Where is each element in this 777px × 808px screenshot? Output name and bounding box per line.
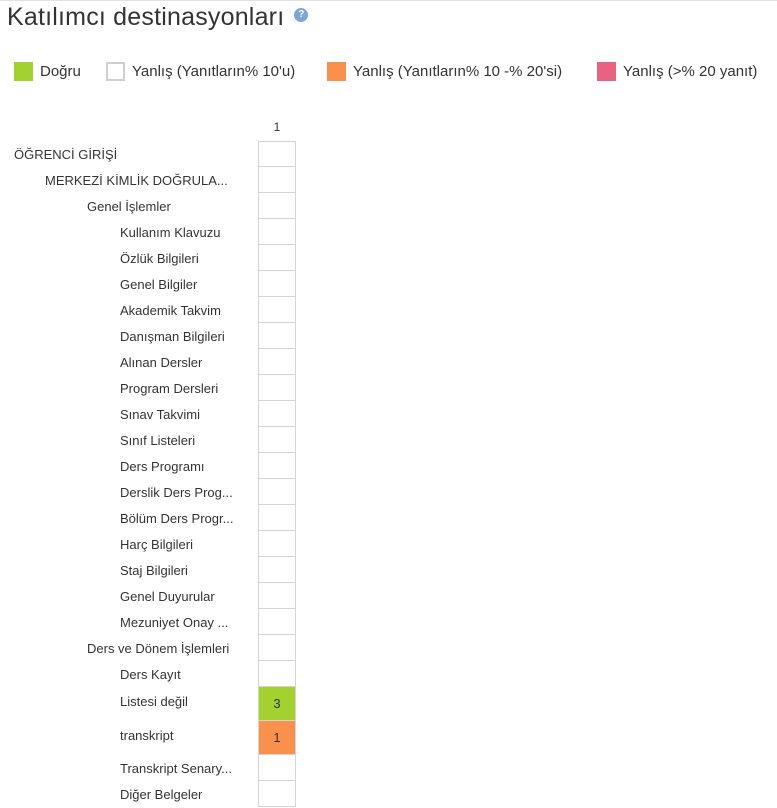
legend-label-wrong-gt20: Yanlış (>% 20 yanıt)	[623, 63, 758, 80]
table-row: Özlük Bilgileri	[0, 245, 777, 271]
row-label[interactable]: Kullanım Klavuzu	[120, 225, 252, 240]
row-label[interactable]: MERKEZİ KİMLİK DOĞRULA...	[45, 173, 252, 188]
row-label[interactable]: Transkript Senary...	[120, 761, 252, 776]
response-cell	[258, 531, 296, 557]
table-row: Sınıf Listeleri	[0, 427, 777, 453]
legend-swatch-wrong-lt10	[106, 62, 125, 81]
row-label[interactable]: ÖĞRENCİ GİRİŞİ	[14, 147, 252, 162]
table-row: Genel Duyurular	[0, 583, 777, 609]
table-row: Bölüm Ders Progr...	[0, 505, 777, 531]
response-cell	[258, 141, 296, 167]
table-row: Sınav Takvimi	[0, 401, 777, 427]
row-label[interactable]: Sınav Takvimi	[120, 407, 252, 422]
response-cell	[258, 167, 296, 193]
response-cell	[258, 557, 296, 583]
row-label[interactable]: Derslik Ders Prog...	[120, 485, 252, 500]
response-cell[interactable]: 1	[258, 721, 296, 755]
response-cell[interactable]: 3	[258, 687, 296, 721]
table-row: Transkript Senary...	[0, 755, 777, 781]
response-cell	[258, 219, 296, 245]
row-label[interactable]: transkript	[120, 728, 252, 743]
row-label[interactable]: Genel Bilgiler	[120, 277, 252, 292]
row-label[interactable]: Ders ve Dönem İşlemleri	[87, 641, 252, 656]
page-title: Katılımcı destinasyonları?	[7, 3, 309, 32]
response-cell	[258, 635, 296, 661]
row-label[interactable]: Ders Kayıt	[120, 667, 252, 682]
legend-label-wrong-10-20: Yanlış (Yanıtların% 10 -% 20'si)	[353, 63, 563, 80]
row-label[interactable]: Genel Duyurular	[120, 589, 252, 604]
row-label[interactable]: Bölüm Ders Progr...	[120, 511, 252, 526]
table-row: Kullanım Klavuzu	[0, 219, 777, 245]
row-label[interactable]: Harç Bilgileri	[120, 537, 252, 552]
row-label[interactable]: Staj Bilgileri	[120, 563, 252, 578]
response-cell	[258, 297, 296, 323]
destinations-grid: ÖĞRENCİ GİRİŞİ MERKEZİ KİMLİK DOĞRULA... G…	[0, 141, 777, 807]
table-row: Diğer Belgeler	[0, 781, 777, 807]
row-label[interactable]: Mezuniyet Onay ...	[120, 615, 252, 630]
legend-label-correct: Doğru	[40, 63, 81, 80]
page-title-text: Katılımcı destinasyonları	[7, 3, 285, 31]
row-label[interactable]: Program Dersleri	[120, 381, 252, 396]
table-row: Ders ve Dönem İşlemleri	[0, 635, 777, 661]
table-row: transkript 1	[0, 721, 777, 755]
row-label[interactable]: Ders Programı	[120, 459, 252, 474]
response-cell	[258, 479, 296, 505]
row-label[interactable]: Alınan Dersler	[120, 355, 252, 370]
help-icon[interactable]: ?	[294, 8, 309, 23]
table-row: Genel İşlemler	[0, 193, 777, 219]
table-row: Akademik Takvim	[0, 297, 777, 323]
table-row: Staj Bilgileri	[0, 557, 777, 583]
response-cell	[258, 375, 296, 401]
response-cell	[258, 609, 296, 635]
legend: Doğru Yanlış (Yanıtların% 10'u) Yanlış (…	[0, 61, 777, 81]
table-row: Danışman Bilgileri	[0, 323, 777, 349]
response-cell	[258, 661, 296, 687]
response-cell	[258, 193, 296, 219]
row-label[interactable]: Özlük Bilgileri	[120, 251, 252, 266]
top-divider	[0, 0, 777, 1]
response-cell	[258, 755, 296, 781]
row-label[interactable]: Danışman Bilgileri	[120, 329, 252, 344]
row-label[interactable]: Akademik Takvim	[120, 303, 252, 318]
response-cell	[258, 323, 296, 349]
row-label[interactable]: Genel İşlemler	[87, 199, 252, 214]
row-label[interactable]: Sınıf Listeleri	[120, 433, 252, 448]
legend-swatch-wrong-gt20	[597, 62, 616, 81]
legend-swatch-correct	[14, 62, 33, 81]
row-label[interactable]: Listesi değil	[120, 694, 252, 709]
table-row: Genel Bilgiler	[0, 271, 777, 297]
table-row: MERKEZİ KİMLİK DOĞRULA...	[0, 167, 777, 193]
response-cell	[258, 453, 296, 479]
table-row: Mezuniyet Onay ...	[0, 609, 777, 635]
table-row: ÖĞRENCİ GİRİŞİ	[0, 141, 777, 167]
table-row: Alınan Dersler	[0, 349, 777, 375]
table-row: Program Dersleri	[0, 375, 777, 401]
response-cell	[258, 583, 296, 609]
response-cell	[258, 781, 296, 807]
table-row: Harç Bilgileri	[0, 531, 777, 557]
response-cell	[258, 505, 296, 531]
column-header: 1	[273, 120, 281, 134]
response-cell	[258, 427, 296, 453]
table-row: Listesi değil 3	[0, 687, 777, 721]
response-cell	[258, 349, 296, 375]
response-cell	[258, 401, 296, 427]
legend-label-wrong-lt10: Yanlış (Yanıtların% 10'u)	[132, 63, 296, 80]
table-row: Derslik Ders Prog...	[0, 479, 777, 505]
table-row: Ders Programı	[0, 453, 777, 479]
response-cell	[258, 271, 296, 297]
legend-swatch-wrong-10-20	[327, 62, 346, 81]
row-label[interactable]: Diğer Belgeler	[120, 787, 252, 802]
table-row: Ders Kayıt	[0, 661, 777, 687]
response-cell	[258, 245, 296, 271]
